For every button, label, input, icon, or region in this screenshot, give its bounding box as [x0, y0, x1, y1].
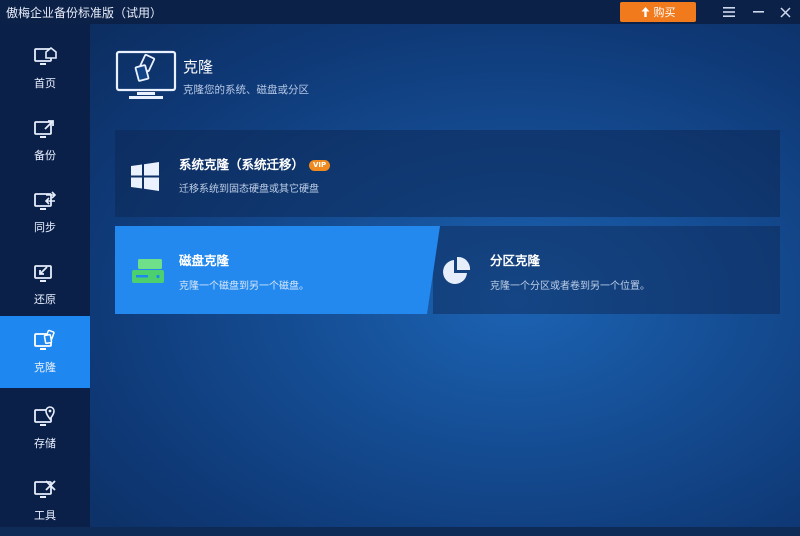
- sidebar-item-label: 克隆: [34, 361, 56, 374]
- system-clone-title: 系统克隆（系统迁移） VIP: [179, 154, 331, 173]
- clone-icon: [34, 329, 55, 350]
- sidebar-item-label: 首页: [34, 77, 56, 90]
- partition-clone-card[interactable]: 分区克隆 克隆一个分区或者卷到另一个位置。: [433, 226, 780, 314]
- minimize-icon[interactable]: [750, 4, 766, 20]
- system-clone-desc: 迁移系统到固态硬盘或其它硬盘: [179, 184, 319, 195]
- buy-label: 购买: [653, 6, 676, 19]
- close-icon[interactable]: [777, 4, 793, 20]
- storage-icon: [34, 406, 55, 426]
- upload-arrow-icon: [641, 7, 649, 17]
- clone-monitor-icon: [115, 50, 177, 99]
- sidebar-item-clone[interactable]: 克隆: [0, 316, 90, 388]
- partition-clone-title: 分区克隆: [490, 253, 541, 268]
- sidebar-item-tools[interactable]: 工具: [0, 464, 90, 536]
- sidebar-item-storage[interactable]: 存储: [0, 392, 90, 464]
- sidebar-item-label: 存储: [34, 437, 56, 450]
- sidebar-item-label: 还原: [34, 293, 56, 306]
- main-panel: 克隆 克隆您的系统、磁盘或分区 系统克隆（系统迁移） VIP 迁移系统到固态硬盘或…: [90, 24, 800, 527]
- system-clone-title-text: 系统克隆（系统迁移）: [179, 157, 305, 172]
- disk-icon: [132, 259, 164, 283]
- disk-clone-card[interactable]: 磁盘克隆 克隆一个磁盘到另一个磁盘。: [115, 226, 440, 314]
- backup-icon: [34, 120, 54, 138]
- tools-icon: [34, 480, 56, 498]
- sidebar-item-restore[interactable]: 还原: [0, 248, 90, 320]
- menu-icon[interactable]: [721, 4, 737, 20]
- partition-clone-desc: 克隆一个分区或者卷到另一个位置。: [490, 281, 650, 292]
- home-icon: [34, 46, 57, 65]
- sidebar-item-label: 同步: [34, 221, 56, 234]
- sidebar-item-home[interactable]: 首页: [0, 32, 90, 104]
- windows-icon: [131, 162, 159, 191]
- sidebar-item-label: 工具: [34, 509, 56, 522]
- title-bar: 傲梅企业备份标准版（试用） 购买: [0, 0, 800, 24]
- sync-icon: [34, 191, 57, 210]
- pie-chart-icon: [443, 256, 471, 284]
- page-title: 克隆: [183, 58, 214, 76]
- vip-badge: VIP: [309, 160, 331, 171]
- disk-clone-title: 磁盘克隆: [179, 253, 230, 268]
- sidebar-item-sync[interactable]: 同步: [0, 176, 90, 248]
- sidebar-item-backup[interactable]: 备份: [0, 104, 90, 176]
- app-title: 傲梅企业备份标准版（试用）: [6, 6, 163, 20]
- disk-clone-desc: 克隆一个磁盘到另一个磁盘。: [179, 281, 309, 292]
- buy-button[interactable]: 购买: [620, 2, 696, 22]
- page-subtitle: 克隆您的系统、磁盘或分区: [183, 84, 309, 96]
- sidebar: 首页 备份 同步 还原 克隆 存储 工具: [0, 24, 90, 527]
- system-clone-card[interactable]: 系统克隆（系统迁移） VIP 迁移系统到固态硬盘或其它硬盘: [115, 130, 780, 217]
- restore-icon: [34, 265, 52, 282]
- sidebar-item-label: 备份: [34, 149, 56, 162]
